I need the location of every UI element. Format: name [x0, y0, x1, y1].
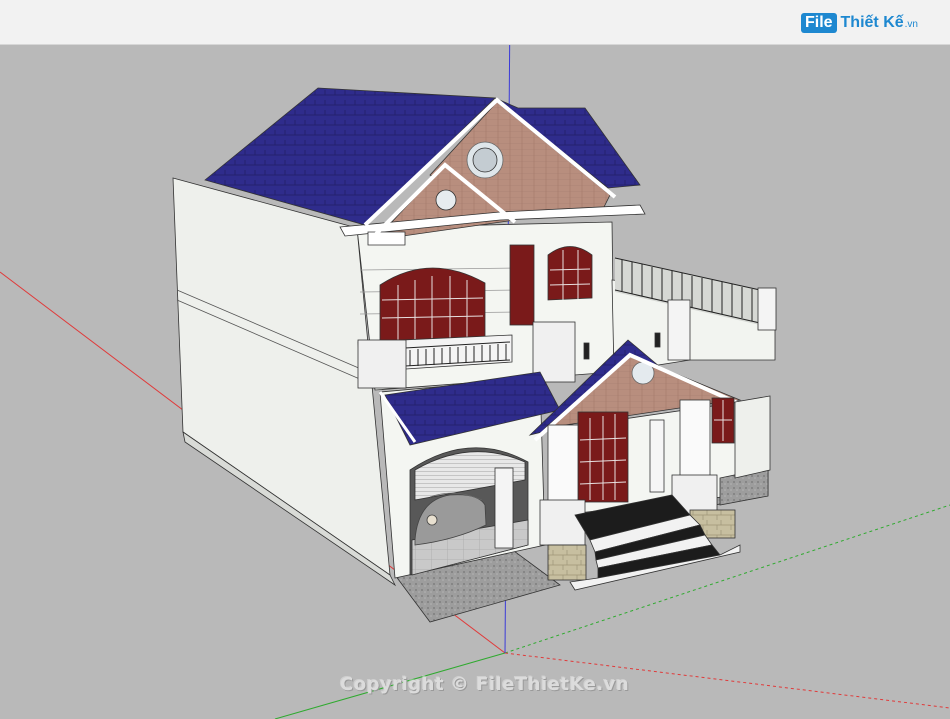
house-model[interactable] [172, 87, 777, 623]
top-bar: File Thiết Kế.vn [0, 0, 950, 45]
upper-window-right [547, 246, 593, 301]
left-side-wall [172, 177, 391, 576]
sketchup-viewport[interactable]: File Thiết Kế.vn Copyright © FileThietKe… [0, 0, 950, 719]
copyright-watermark: Copyright © FileThietKe.vn [340, 674, 630, 695]
porch-column-right [679, 399, 711, 481]
logo-tld: .vn [904, 19, 918, 30]
model-canvas[interactable] [0, 0, 950, 719]
logo-file-badge: File [800, 13, 837, 33]
porch-column-left [547, 424, 579, 506]
logo-text: Thiết Kế.vn [841, 14, 918, 32]
site-logo: File Thiết Kế.vn [800, 10, 918, 36]
logo-name: Thiết Kế [840, 14, 904, 31]
